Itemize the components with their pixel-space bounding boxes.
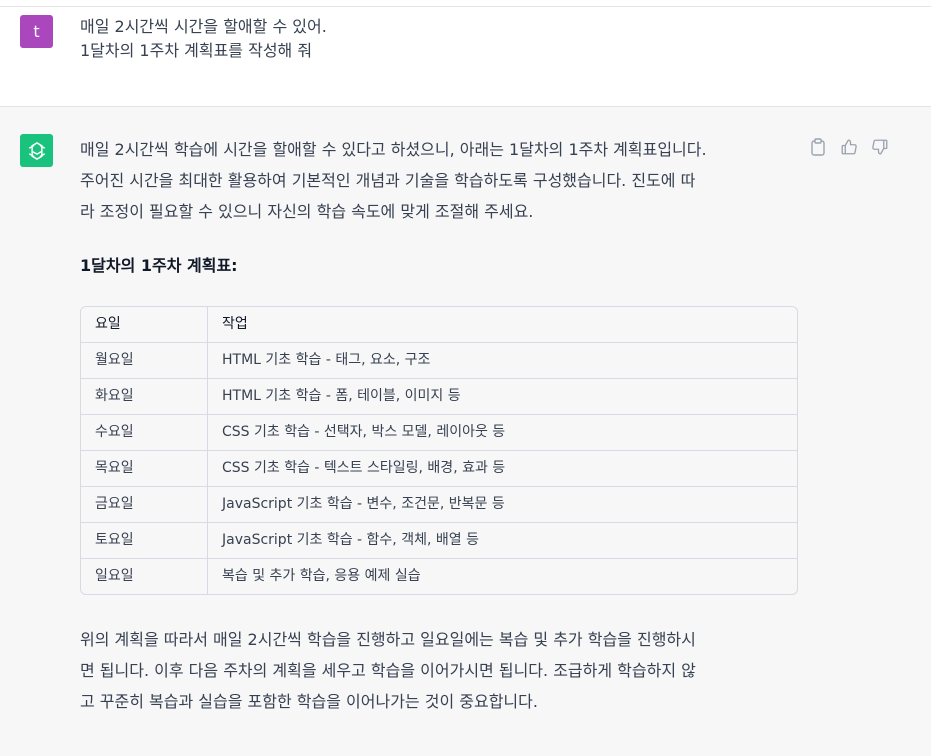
column-header-day: 요일 (81, 307, 208, 343)
intro-line: 라 조정이 필요할 수 있으니 자신의 학습 속도에 맞게 조절해 주세요. (80, 202, 534, 221)
task-cell: CSS 기초 학습 - 텍스트 스타일링, 배경, 효과 등 (207, 450, 797, 487)
user-avatar: t (20, 15, 53, 48)
day-cell: 화요일 (81, 378, 208, 415)
task-cell: HTML 기초 학습 - 태그, 요소, 구조 (207, 342, 797, 379)
column-header-task: 작업 (207, 307, 797, 343)
closing-paragraph: 위의 계획을 따라서 매일 2시간씩 학습을 진행하고 일요일에는 복습 및 추… (80, 624, 800, 717)
day-cell: 수요일 (81, 414, 208, 451)
table-row: 월요일 HTML 기초 학습 - 태그, 요소, 구조 (81, 342, 797, 379)
table-row: 수요일 CSS 기초 학습 - 선택자, 박스 모델, 레이아웃 등 (81, 414, 797, 451)
copy-button[interactable] (808, 137, 828, 157)
table-row: 일요일 복습 및 추가 학습, 응용 예제 실습 (81, 558, 797, 594)
intro-line: 매일 2시간씩 학습에 시간을 할애할 수 있다고 하셨으니, 아래는 1달차의… (80, 140, 707, 159)
copy-icon (811, 138, 825, 156)
day-cell: 일요일 (81, 558, 208, 594)
assistant-message-row: 매일 2시간씩 학습에 시간을 할애할 수 있다고 하셨으니, 아래는 1달차의… (0, 107, 931, 756)
intro-paragraph: 매일 2시간씩 학습에 시간을 할애할 수 있다고 하셨으니, 아래는 1달차의… (80, 134, 800, 227)
day-cell: 금요일 (81, 486, 208, 523)
weekly-plan-table: 요일 작업 월요일 HTML 기초 학습 - 태그, 요소, 구조 화요일 HT… (80, 306, 798, 595)
day-cell: 월요일 (81, 342, 208, 379)
table-header-row: 요일 작업 (81, 307, 797, 343)
assistant-message-content: 매일 2시간씩 학습에 시간을 할애할 수 있다고 하셨으니, 아래는 1달차의… (80, 134, 800, 717)
table-row: 목요일 CSS 기초 학습 - 텍스트 스타일링, 배경, 효과 등 (81, 450, 797, 487)
thumbs-down-icon (872, 139, 888, 155)
plan-heading: 1달차의 1주차 계획표: (80, 256, 238, 275)
thumbs-up-icon (841, 139, 857, 155)
task-cell: JavaScript 기초 학습 - 함수, 객체, 배열 등 (207, 522, 797, 559)
table-row: 토요일 JavaScript 기초 학습 - 함수, 객체, 배열 등 (81, 522, 797, 559)
task-cell: HTML 기초 학습 - 폼, 테이블, 이미지 등 (207, 378, 797, 415)
thumbs-up-button[interactable] (839, 137, 859, 157)
openai-logo-icon (20, 134, 53, 167)
user-message-line: 매일 2시간씩 시간을 할애할 수 있어. (80, 17, 327, 36)
user-message-text: 매일 2시간씩 시간을 할애할 수 있어. 1달차의 1주차 계획표를 작성해 … (80, 15, 800, 63)
user-message-line: 1달차의 1주차 계획표를 작성해 줘 (80, 41, 313, 60)
task-cell: JavaScript 기초 학습 - 변수, 조건문, 반복문 등 (207, 486, 797, 523)
day-cell: 토요일 (81, 522, 208, 559)
closing-line: 면 됩니다. 이후 다음 주차의 계획을 세우고 학습을 이어가시면 됩니다. … (80, 661, 696, 680)
closing-line: 위의 계획을 따라서 매일 2시간씩 학습을 진행하고 일요일에는 복습 및 추… (80, 630, 696, 649)
task-cell: 복습 및 추가 학습, 응용 예제 실습 (222, 568, 421, 584)
task-cell: CSS 기초 학습 - 선택자, 박스 모델, 레이아웃 등 (207, 414, 797, 451)
day-cell: 목요일 (81, 450, 208, 487)
closing-line: 고 꾸준히 복습과 실습을 포함한 학습을 이어나가는 것이 중요합니다. (80, 692, 538, 711)
table-row: 화요일 HTML 기초 학습 - 폼, 테이블, 이미지 등 (81, 378, 797, 415)
message-actions (808, 137, 890, 157)
user-message-row: t 매일 2시간씩 시간을 할애할 수 있어. 1달차의 1주차 계획표를 작성… (0, 7, 931, 107)
intro-line: 주어진 시간을 최대한 활용하여 기본적인 개념과 기술을 학습하도록 구성했습… (80, 171, 696, 190)
table-row: 금요일 JavaScript 기초 학습 - 변수, 조건문, 반복문 등 (81, 486, 797, 523)
thumbs-down-button[interactable] (870, 137, 890, 157)
